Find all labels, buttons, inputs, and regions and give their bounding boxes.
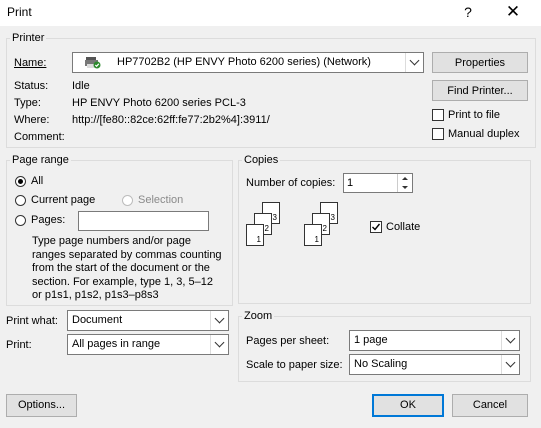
manual-duplex-label: Manual duplex <box>448 128 520 140</box>
print-to-file-label: Print to file <box>448 109 500 121</box>
page-range-group-label: Page range <box>10 154 71 166</box>
where-value: http://[fe80::82ce:62ff:fe77:2b2%4]:3911… <box>72 114 270 126</box>
printer-name-label: Name: <box>14 57 47 69</box>
options-button[interactable]: Options... <box>6 394 77 417</box>
print-what-value: Document <box>72 314 123 326</box>
current-page-radio[interactable] <box>15 195 26 206</box>
printer-name-combo[interactable]: HP7702B2 (HP ENVY Photo 6200 series) (Ne… <box>72 52 424 73</box>
type-label: Type: <box>14 97 41 109</box>
page-range-help-text: Type page numbers and/or page ranges sep… <box>32 235 222 301</box>
print-label: Print: <box>6 339 32 351</box>
printer-icon <box>85 56 101 69</box>
spin-up-button[interactable] <box>397 174 412 183</box>
current-page-label: Current page <box>31 194 96 206</box>
pages-per-sheet-combo[interactable]: 1 page <box>349 330 520 351</box>
print-value: All pages in range <box>72 338 161 350</box>
close-button[interactable]: ✕ <box>498 0 528 26</box>
collate-illustration: 3 2 1 3 2 1 <box>246 200 356 255</box>
pages-input[interactable] <box>78 211 209 231</box>
print-what-label: Print what: <box>6 315 58 327</box>
selection-label: Selection <box>138 194 184 206</box>
copies-group-label: Copies <box>242 154 281 166</box>
chevron-down-icon <box>210 311 228 330</box>
comment-label: Comment: <box>14 131 65 143</box>
pages-radio[interactable] <box>15 215 26 226</box>
spin-down-button[interactable] <box>397 183 412 192</box>
all-radio[interactable] <box>15 176 26 187</box>
window-title: Print <box>7 5 32 19</box>
pages-per-sheet-label: Pages per sheet: <box>246 335 330 347</box>
number-of-copies-input[interactable]: 1 <box>343 173 413 193</box>
properties-button[interactable]: Properties <box>432 52 528 73</box>
print-to-file-checkbox[interactable] <box>432 109 444 121</box>
chevron-down-icon <box>405 53 423 72</box>
page-sheet: 1 <box>304 224 322 246</box>
scale-value: No Scaling <box>354 358 408 370</box>
type-value: HP ENVY Photo 6200 series PCL-3 <box>72 97 246 109</box>
pages-label: Pages: <box>31 214 66 226</box>
find-printer-button[interactable]: Find Printer... <box>432 80 528 101</box>
cancel-button[interactable]: Cancel <box>452 394 528 417</box>
all-label: All <box>31 175 44 187</box>
ok-button[interactable]: OK <box>372 394 444 417</box>
status-value: Idle <box>72 80 90 92</box>
manual-duplex-checkbox[interactable] <box>432 128 444 140</box>
scale-label: Scale to paper size: <box>246 359 343 371</box>
selection-radio[interactable] <box>122 195 133 206</box>
collate-checkbox[interactable] <box>370 221 382 233</box>
number-of-copies-value: 1 <box>347 177 354 189</box>
number-of-copies-label: Number of copies: <box>246 177 336 189</box>
chevron-down-icon <box>210 335 228 354</box>
chevron-down-icon <box>501 355 519 374</box>
scale-combo[interactable]: No Scaling <box>349 354 520 375</box>
pages-per-sheet-value: 1 page <box>354 334 388 346</box>
print-what-combo[interactable]: Document <box>67 310 229 331</box>
zoom-group-label: Zoom <box>242 310 275 322</box>
print-combo[interactable]: All pages in range <box>67 334 229 355</box>
printer-group-label: Printer <box>10 32 47 44</box>
where-label: Where: <box>14 114 50 126</box>
collate-label: Collate <box>386 221 421 233</box>
page-sheet: 1 <box>246 224 264 246</box>
help-button[interactable]: ? <box>453 0 483 26</box>
printer-name-value: HP7702B2 (HP ENVY Photo 6200 series) (Ne… <box>117 56 371 68</box>
chevron-down-icon <box>501 331 519 350</box>
status-label: Status: <box>14 80 49 92</box>
